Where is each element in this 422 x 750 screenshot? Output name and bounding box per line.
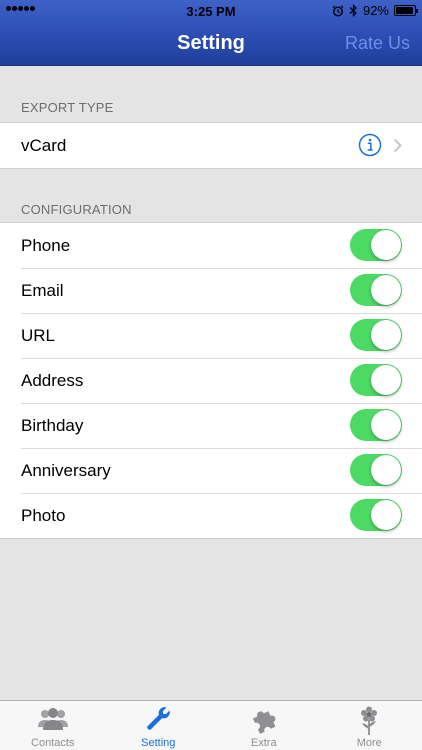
- birthday-toggle[interactable]: [350, 409, 402, 441]
- export-type-header: EXPORT TYPE: [21, 100, 114, 115]
- flower-icon: [361, 706, 378, 735]
- config-row-address: Address: [0, 358, 422, 403]
- tab-extra[interactable]: Extra: [211, 701, 317, 750]
- config-row-birthday: Birthday: [0, 403, 422, 448]
- tab-label-setting: Setting: [141, 737, 176, 749]
- config-label-birthday: Birthday: [21, 415, 84, 435]
- config-row-email: Email: [0, 268, 422, 313]
- contacts-icon: [37, 708, 68, 730]
- config-label-anniversary: Anniversary: [21, 460, 111, 480]
- anniversary-toggle[interactable]: [350, 454, 402, 486]
- email-toggle[interactable]: [350, 274, 402, 306]
- navigation-bar: 3:25 PM 92% Setting Rate Us: [0, 0, 422, 66]
- info-icon[interactable]: [358, 133, 382, 157]
- export-type-row[interactable]: vCard: [0, 123, 422, 168]
- alarm-clock-icon: [332, 5, 344, 17]
- tab-label-more: More: [356, 737, 382, 749]
- configuration-header: CONFIGURATION: [21, 202, 132, 217]
- wrench-icon: [147, 707, 171, 730]
- tab-label-contacts: Contacts: [31, 737, 75, 749]
- config-label-url: URL: [21, 325, 56, 345]
- address-toggle[interactable]: [350, 364, 402, 396]
- status-bar: 3:25 PM 92%: [0, 0, 422, 22]
- config-label-email: Email: [21, 280, 64, 300]
- rate-us-button[interactable]: Rate Us: [345, 33, 410, 54]
- chevron-right-icon: [393, 138, 402, 153]
- phone-toggle[interactable]: [350, 229, 402, 261]
- puzzle-icon: [252, 711, 276, 734]
- status-right-group: 92%: [332, 3, 418, 18]
- config-row-photo: Photo: [0, 493, 422, 538]
- tab-bar: Contacts Setting Extra More: [0, 700, 422, 750]
- configuration-group: Phone Email URL Address Birthday Anniver…: [0, 222, 422, 539]
- config-row-anniversary: Anniversary: [0, 448, 422, 493]
- config-label-photo: Photo: [21, 505, 66, 525]
- photo-toggle[interactable]: [350, 499, 402, 531]
- config-label-address: Address: [21, 370, 84, 390]
- export-type-label: vCard: [21, 135, 67, 155]
- config-row-phone: Phone: [0, 223, 422, 268]
- url-toggle[interactable]: [350, 319, 402, 351]
- config-row-url: URL: [0, 313, 422, 358]
- export-type-group: vCard: [0, 122, 422, 169]
- battery-icon: [394, 5, 418, 16]
- bluetooth-icon: [349, 4, 357, 17]
- tab-setting[interactable]: Setting: [106, 701, 212, 750]
- tab-label-extra: Extra: [250, 737, 277, 749]
- tab-more[interactable]: More: [317, 701, 422, 750]
- config-label-phone: Phone: [21, 235, 71, 255]
- battery-percent: 92%: [362, 3, 389, 18]
- tab-contacts[interactable]: Contacts: [0, 701, 106, 750]
